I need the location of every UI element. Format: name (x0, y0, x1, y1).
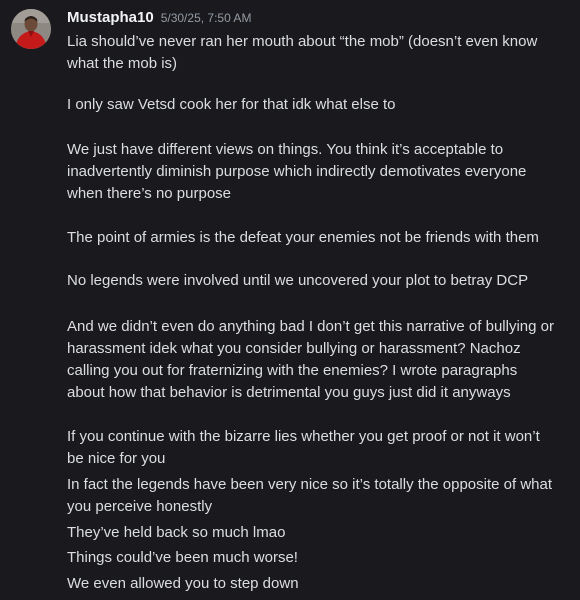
message-line: And we didn’t even do anything bad I don… (67, 318, 554, 335)
message-line: If you continue with the bizarre lies wh… (67, 428, 540, 445)
message-line: The point of armies is the defeat your e… (67, 229, 539, 246)
user-avatar-icon[interactable] (11, 9, 51, 49)
message-line: In fact the legends have been very nice … (67, 476, 553, 493)
message-line: Lia should’ve never ran her mouth about … (67, 33, 538, 50)
message-line: We even allowed you to step down (67, 575, 299, 592)
message-line: about how that behavior is detrimental y… (67, 384, 511, 401)
author-name[interactable]: Mustapha10 (67, 9, 154, 26)
message-line: be nice for you (67, 450, 166, 467)
message-line: We just have different views on things. … (67, 141, 504, 158)
message-line: calling you out for fraternizing with th… (67, 362, 518, 379)
message-group: Mustapha10 5/30/25, 7:50 AM Lia should’v… (0, 0, 580, 600)
message-header: Mustapha10 5/30/25, 7:50 AM (67, 9, 251, 29)
message-line: harassment idek what you consider bullyi… (67, 340, 521, 357)
message-line: inadvertently diminish purpose which ind… (67, 163, 527, 180)
message-line: No legends were involved until we uncove… (67, 272, 529, 289)
message-timestamp[interactable]: 5/30/25, 7:50 AM (161, 11, 252, 25)
message-line: Things could’ve been much worse! (67, 549, 298, 566)
message-line: They’ve held back so much lmao (67, 524, 286, 541)
message-line: when there’s no purpose (67, 185, 232, 202)
message-line: you perceive honestly (67, 498, 213, 515)
message-line: I only saw Vetsd cook her for that idk w… (67, 96, 396, 113)
message-line: what the mob is) (67, 55, 178, 72)
